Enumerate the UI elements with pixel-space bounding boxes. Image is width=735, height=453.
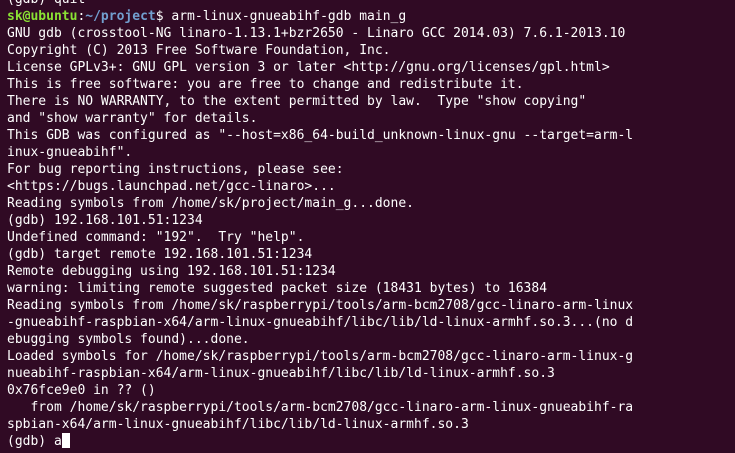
output-line: This is free software: you are free to c… (7, 77, 524, 92)
gdb-command-line: (gdb) target remote 192.168.101.51:1234 (7, 247, 313, 262)
shell-prompt-line: sk@ubuntu:~/project$ arm-linux-gnueabihf… (7, 8, 735, 25)
text-cursor (61, 433, 70, 448)
output-line: Loaded symbols for /home/sk/raspberrypi/… (7, 349, 634, 364)
output-line: ebugging symbols found)...done. (7, 332, 250, 347)
prompt-dollar: $ (155, 9, 172, 24)
output-line: For bug reporting instructions, please s… (7, 162, 344, 177)
output-line: There is NO WARRANTY, to the extent perm… (7, 94, 587, 109)
gdb-command-input[interactable]: a (54, 434, 62, 449)
terminal-window[interactable]: (gdb) quit sk@ubuntu:~/project$ arm-linu… (0, 0, 735, 453)
output-line: This GDB was configured as "--host=x86_6… (7, 128, 634, 143)
output-line: <https://bugs.launchpad.net/gcc-linaro>.… (7, 179, 336, 194)
output-line: warning: limiting remote suggested packe… (7, 281, 548, 296)
gdb-prompt: (gdb) (7, 434, 54, 449)
prompt-path: ~/project (85, 9, 156, 24)
terminal-line-partial: (gdb) quit (7, 0, 735, 8)
output-line: inux-gnueabihf". (7, 145, 133, 160)
gdb-command-line: (gdb) 192.168.101.51:1234 (7, 213, 203, 228)
output-line: GNU gdb (crosstool-NG linaro-1.13.1+bzr2… (7, 26, 626, 41)
output-line: Undefined command: "192". Try "help". (7, 230, 305, 245)
terminal-output: (gdb) quit sk@ubuntu:~/project$ arm-linu… (7, 0, 735, 450)
shell-command: arm-linux-gnueabihf-gdb main_g (171, 9, 407, 24)
output-line: and "show warranty" for details. (7, 111, 258, 126)
output-line: spbian-x64/arm-linux-gnueabihf/libc/lib/… (7, 417, 469, 432)
output-line: Reading symbols from /home/sk/project/ma… (7, 196, 414, 211)
output-line: from /home/sk/raspberrypi/tools/arm-bcm2… (7, 400, 634, 415)
output-line: 0x76fce9e0 in ?? () (7, 383, 156, 398)
output-line: nueabihf-raspbian-x64/arm-linux-gnueabih… (7, 366, 555, 381)
output-line: Reading symbols from /home/sk/raspberryp… (7, 298, 634, 313)
output-line: -gnueabihf-raspbian-x64/arm-linux-gnueab… (7, 315, 634, 330)
output-line: Copyright (C) 2013 Free Software Foundat… (7, 43, 391, 58)
gdb-input-line[interactable]: (gdb) a (7, 433, 735, 450)
prompt-user-host: sk@ubuntu (7, 9, 78, 24)
output-line: License GPLv3+: GNU GPL version 3 or lat… (7, 60, 610, 75)
output-line: Remote debugging using 192.168.101.51:12… (7, 264, 336, 279)
